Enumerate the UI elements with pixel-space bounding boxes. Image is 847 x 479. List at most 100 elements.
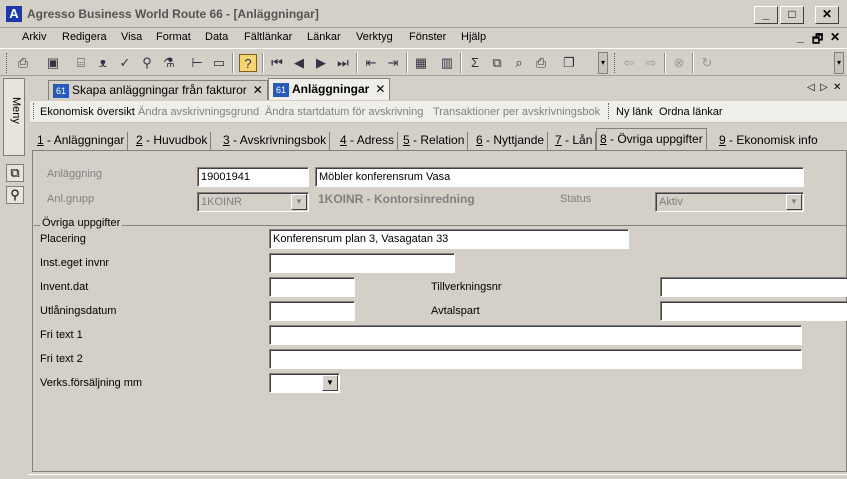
anlaggning-field[interactable]: 19001941: [197, 167, 309, 187]
utlaningsdatum-field[interactable]: [269, 301, 355, 321]
tab-close-icon[interactable]: ✕: [253, 83, 263, 97]
anlgrupp-select[interactable]: 1KOINR ▼: [197, 192, 309, 212]
link-bar: Ekonomisk översikt Ändra avskrivningsgru…: [30, 101, 847, 123]
tab-anlaggningar[interactable]: 61 Anläggningar ✕: [268, 78, 391, 100]
save-icon[interactable]: ▣: [44, 54, 62, 72]
title-bar: A Agresso Business World Route 66 - [Anl…: [0, 0, 847, 28]
avtalspart-field[interactable]: [660, 301, 847, 321]
toolbar-grip[interactable]: [6, 53, 9, 73]
menu-data[interactable]: Data: [205, 31, 228, 43]
filter-icon[interactable]: ⚗: [160, 54, 178, 72]
description-field[interactable]: Möbler konferensrum Vasa: [315, 167, 804, 187]
menu-fonster[interactable]: Fönster: [409, 31, 446, 43]
windows-icon[interactable]: ⧉: [6, 164, 24, 182]
tab-scroll-left-icon[interactable]: ◁: [807, 82, 815, 93]
side-panel: Meny ⧉ ⚲: [3, 78, 27, 208]
zoom-icon[interactable]: ⚲: [138, 54, 156, 72]
tab-relation[interactable]: 5 - Relation: [400, 132, 469, 150]
tab-ekonomisk-info[interactable]: 9 - Ekonomisk info: [716, 132, 821, 150]
chevron-down-icon[interactable]: ▼: [786, 194, 802, 210]
first-record-icon[interactable]: ⏮: [268, 54, 286, 72]
menu-format[interactable]: Format: [156, 31, 191, 43]
tab-huvudbok[interactable]: 2 - Huvudbok: [133, 132, 212, 150]
status-select[interactable]: Aktiv ▼: [655, 192, 804, 212]
chevron-down-icon[interactable]: ▼: [291, 194, 307, 210]
anlgrupp-value: 1KOINR: [201, 196, 242, 208]
toolbar: ⎙ ▣ ⌸ ᴥ ✓ ⚲ ⚗ ⊢ ▭ ? ⏮ ◀ ▶ ⏭ ⇤ ⇥ ▦ ▥ Σ ⧉ …: [0, 48, 847, 76]
next-record-icon[interactable]: ▶: [312, 54, 330, 72]
mdi-minimize-button[interactable]: _: [797, 30, 804, 44]
forward-icon[interactable]: ⇨: [642, 54, 660, 72]
tab-lan[interactable]: 7 - Lån: [552, 132, 597, 150]
inst-eget-invnr-field[interactable]: [269, 253, 455, 273]
insert-row-icon[interactable]: ⊢: [188, 54, 206, 72]
invent-dat-field[interactable]: [269, 277, 355, 297]
tab-skapa-anlaggningar[interactable]: 61 Skapa anläggningar från fakturor ✕: [48, 80, 268, 100]
tab-close-icon[interactable]: ✕: [375, 82, 385, 96]
tillverkningsnr-field[interactable]: [660, 277, 847, 297]
fri-text-1-field[interactable]: [269, 325, 802, 345]
menu-verktyg[interactable]: Verktyg: [356, 31, 393, 43]
menu-visa[interactable]: Visa: [121, 31, 142, 43]
fri-text-1-label: Fri text 1: [40, 329, 83, 341]
close-button[interactable]: ✕: [815, 6, 839, 24]
document-tab-icon: 61: [53, 83, 69, 98]
minimize-button[interactable]: _: [754, 6, 778, 24]
table-icon[interactable]: ▦: [412, 54, 430, 72]
refresh-icon[interactable]: ↻: [698, 54, 716, 72]
collapse-icon[interactable]: ⇤: [362, 54, 380, 72]
menu-faltlankar[interactable]: Fältlänkar: [244, 31, 292, 43]
avtalspart-label: Avtalspart: [431, 305, 480, 317]
tab-scroll-right-icon[interactable]: ▷: [820, 82, 828, 93]
toolbar-overflow-button[interactable]: ▾: [834, 52, 844, 74]
expand-icon[interactable]: ⇥: [384, 54, 402, 72]
last-record-icon[interactable]: ⏭: [334, 54, 352, 72]
link-ordna-lankar[interactable]: Ordna länkar: [659, 106, 723, 118]
link-andra-startdatum[interactable]: Ändra startdatum för avskrivning: [265, 106, 423, 118]
toolbar-grip[interactable]: [614, 53, 617, 73]
check-icon[interactable]: ✓: [116, 54, 134, 72]
binoculars-icon[interactable]: ᴥ: [94, 54, 112, 72]
anlgrupp-description: 1KOINR - Kontorsinredning: [318, 192, 475, 206]
search-icon[interactable]: ⚲: [6, 186, 24, 204]
copy-icon[interactable]: ⧉: [488, 54, 506, 72]
tab-anlaggningar-sub[interactable]: 1 - Anläggningar: [34, 132, 129, 150]
search-document-icon[interactable]: ⌕: [510, 54, 528, 72]
group-divider: [34, 225, 847, 226]
fri-text-2-field[interactable]: [269, 349, 802, 369]
stop-icon[interactable]: ⊗: [670, 54, 688, 72]
menu-lankar[interactable]: Länkar: [307, 31, 341, 43]
sum-icon[interactable]: Σ: [466, 54, 484, 72]
verks-forsaljning-select[interactable]: ▼: [269, 373, 340, 393]
window-icon[interactable]: ❐: [560, 54, 578, 72]
linkbar-grip[interactable]: [608, 103, 611, 119]
tab-close-all-icon[interactable]: ✕: [833, 82, 841, 93]
link-ny-lank[interactable]: Ny länk: [616, 106, 653, 118]
menu-redigera[interactable]: Redigera: [62, 31, 107, 43]
menu-hjalp[interactable]: Hjälp: [461, 31, 486, 43]
placering-field[interactable]: Konferensrum plan 3, Vasagatan 33: [269, 229, 629, 249]
printer-setup-icon[interactable]: ⎙: [532, 54, 550, 72]
mdi-close-button[interactable]: ✕: [830, 30, 840, 44]
help-icon[interactable]: ?: [239, 54, 257, 72]
link-transaktioner-avskrivningsbok[interactable]: Transaktioner per avskrivningsbok: [433, 106, 600, 118]
tab-avskrivningsbok[interactable]: 3 - Avskrivningsbok: [220, 132, 331, 150]
menu-side-tab[interactable]: Meny: [3, 78, 25, 156]
chevron-down-icon[interactable]: ▼: [322, 375, 338, 391]
menu-arkiv[interactable]: Arkiv: [22, 31, 46, 43]
bar-chart-icon[interactable]: ▥: [438, 54, 456, 72]
toolbar-separator: [262, 53, 264, 73]
link-andra-avskrivningsgrund[interactable]: Ändra avskrivningsgrund: [138, 106, 259, 118]
link-ekonomisk-oversikt[interactable]: Ekonomisk översikt: [40, 106, 135, 118]
tab-nyttjande[interactable]: 6 - Nyttjande: [473, 132, 549, 150]
print-icon[interactable]: ⎙: [14, 54, 32, 72]
previous-record-icon[interactable]: ◀: [290, 54, 308, 72]
maximize-button[interactable]: □: [780, 6, 804, 24]
linkbar-grip[interactable]: [33, 103, 36, 119]
back-icon[interactable]: ⇦: [620, 54, 638, 72]
rectangle-icon[interactable]: ▭: [210, 54, 228, 72]
tab-adress[interactable]: 4 - Adress: [337, 132, 399, 150]
tab-ovriga-uppgifter[interactable]: 8 - Övriga uppgifter: [596, 128, 707, 150]
open-folder-icon[interactable]: ⌸: [72, 54, 90, 72]
toolbar-overflow-button[interactable]: ▾: [598, 52, 608, 74]
